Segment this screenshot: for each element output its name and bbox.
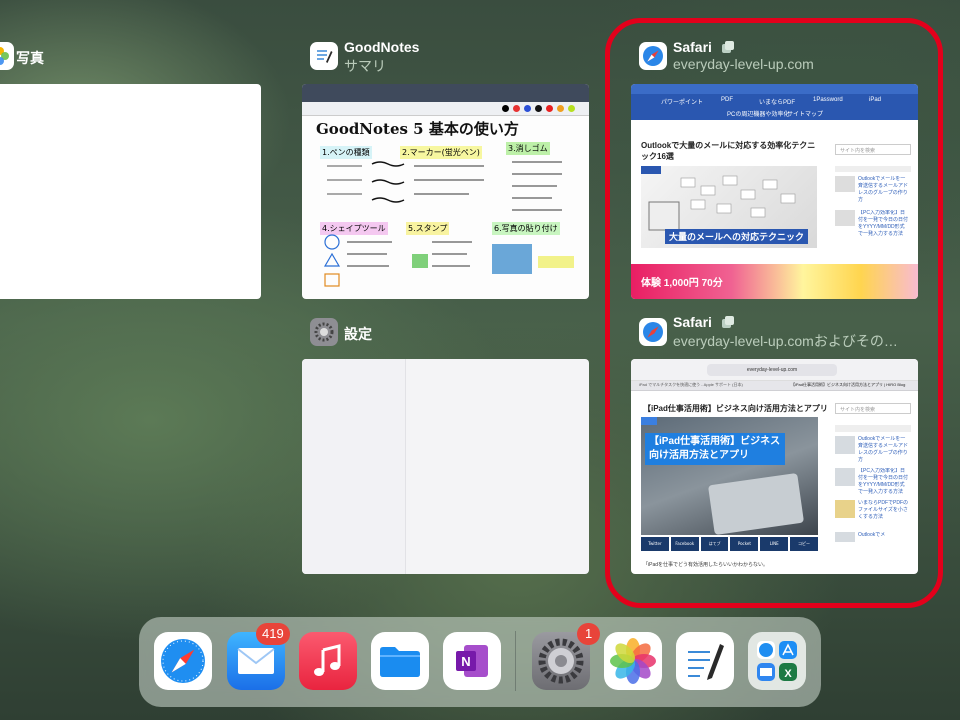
goodnotes-handwriting [323,161,574,287]
goodnotes-title: GoodNotes [344,39,420,55]
dock-files-icon[interactable] [371,632,429,690]
dock-app-library-icon[interactable]: X [748,632,806,690]
photos-title: 写真 [16,50,44,66]
settings-app-icon [310,318,338,346]
svg-text:X: X [784,668,792,680]
dock-onenote-icon[interactable]: N [443,632,501,690]
settings-title: 設定 [344,326,372,342]
mail-badge: 419 [256,623,290,645]
dock-safari-icon[interactable] [154,632,212,690]
photos-app-icon [0,42,14,70]
goodnotes-app-icon [310,42,338,70]
goodnotes-snapshot[interactable]: GoodNotes 5 基本の使い方 1.ペンの種類 2.マーカー(蛍光ペン) … [302,84,589,299]
dock-goodnotes-icon[interactable] [676,632,734,690]
settings-sidebar [302,359,406,574]
svg-text:N: N [461,654,470,669]
dock-divider [515,631,516,691]
goodnotes-subtitle: サマリ [344,58,386,74]
photos-snapshot[interactable] [0,84,261,299]
dock-music-icon[interactable] [299,632,357,690]
settings-snapshot[interactable] [302,359,589,574]
settings-badge: 1 [577,623,601,645]
dock-photos-icon[interactable] [604,632,662,690]
highlight-outline [605,18,943,608]
